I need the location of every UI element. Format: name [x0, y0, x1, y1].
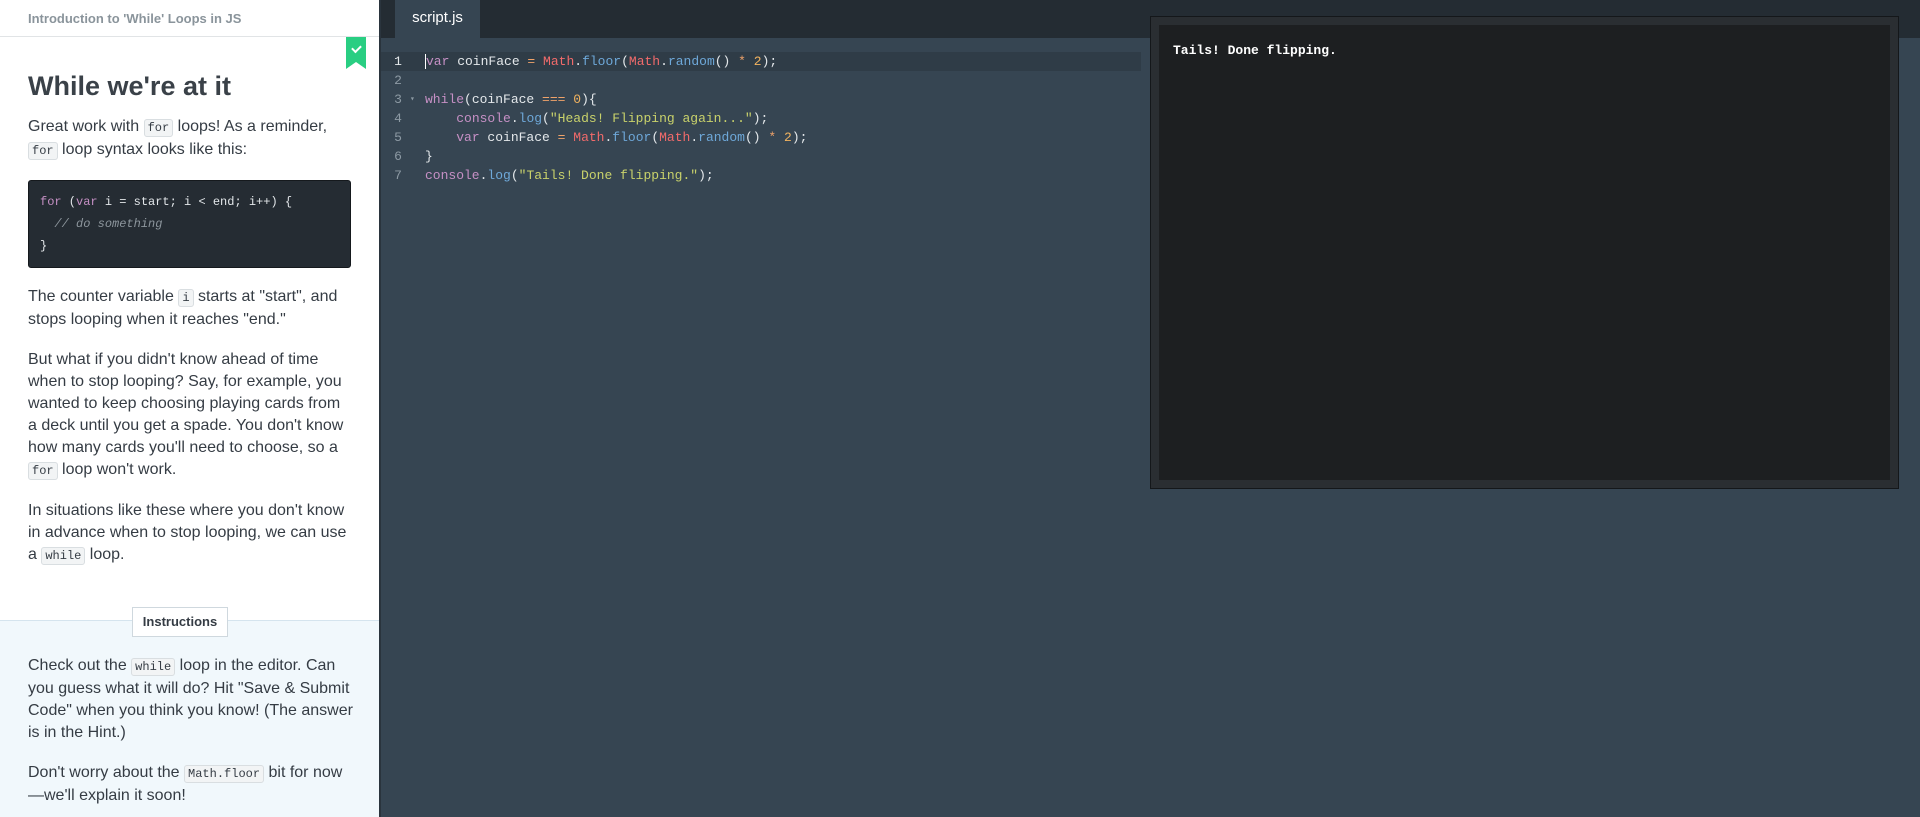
text: But what if you didn't know ahead of tim… [28, 351, 344, 456]
code-line: // do something [40, 213, 339, 235]
fold-arrow-icon[interactable]: ▾ [410, 90, 415, 109]
output-screen: Tails! Done flipping. [1159, 25, 1890, 480]
lesson-paragraph-4: In situations like these where you don't… [28, 500, 351, 567]
line-number: 4 [394, 111, 402, 126]
code-line[interactable]: 2 [381, 71, 1141, 90]
course-title: Introduction to 'While' Loops in JS [0, 0, 379, 37]
code-text[interactable]: while(coinFace === 0){ [425, 90, 597, 109]
instructions-paragraph-2: Don't worry about the Math.floor bit for… [28, 762, 353, 807]
line-number: 2 [394, 73, 402, 88]
completed-check-icon [346, 37, 366, 69]
code-example-block: for (var i = start; i < end; i++) { // d… [28, 180, 351, 268]
code-line[interactable]: 4 console.log("Heads! Flipping again..."… [381, 109, 1141, 128]
instructions-tab[interactable]: Instructions [132, 607, 228, 637]
code-line[interactable]: 6 } [381, 147, 1141, 166]
lesson-body: While we're at it Great work with for lo… [0, 71, 379, 567]
output-line: Tails! Done flipping. [1173, 43, 1337, 58]
inline-code: while [41, 547, 86, 565]
lesson-paragraph-3: But what if you didn't know ahead of tim… [28, 349, 351, 482]
code-text[interactable]: console.log("Tails! Done flipping."); [425, 166, 714, 185]
text: loop. [85, 546, 125, 563]
code-keyword: var [76, 195, 98, 209]
code-line: for (var i = start; i < end; i++) { [40, 191, 339, 213]
inline-code: while [131, 658, 176, 676]
text: loop syntax looks like this: [57, 141, 248, 158]
code-text[interactable]: var coinFace = Math.floor(Math.random() … [425, 128, 807, 147]
inline-code: for [143, 119, 174, 137]
line-number: 6 [394, 149, 402, 164]
inline-code: for [28, 462, 58, 480]
code-text: ( [61, 195, 77, 209]
code-line[interactable]: 1 var coinFace = Math.floor(Math.random(… [381, 52, 1141, 71]
text: Check out the [28, 657, 132, 674]
text: Don't worry about the [28, 764, 185, 781]
inline-code: for [28, 142, 58, 160]
lesson-panel: Introduction to 'While' Loops in JS Whil… [0, 0, 381, 817]
code-comment: // do something [54, 217, 163, 231]
code-text[interactable]: } [425, 147, 433, 166]
instructions-paragraph-1: Check out the while loop in the editor. … [28, 655, 353, 744]
text: loop won't work. [57, 461, 177, 478]
lesson-heading: While we're at it [28, 71, 231, 101]
code-line[interactable]: 3 ▾ while(coinFace === 0){ [381, 90, 1141, 109]
code-text[interactable]: console.log("Heads! Flipping again..."); [425, 109, 768, 128]
tab-script-js[interactable]: script.js [395, 0, 480, 38]
code-keyword: for [40, 195, 62, 209]
code-line: } [40, 239, 48, 253]
inline-code: Math.floor [184, 765, 265, 783]
text: The counter variable [28, 288, 179, 305]
code-line[interactable]: 7 console.log("Tails! Done flipping."); [381, 166, 1141, 185]
line-number: 1 [394, 54, 402, 69]
code-text: i = start; i < end; i++) { [97, 195, 293, 209]
code-text[interactable]: var coinFace = Math.floor(Math.random() … [425, 52, 777, 71]
output-console: Tails! Done flipping. [1150, 16, 1899, 489]
lesson-paragraph-1: Great work with for loops! As a reminder… [28, 116, 351, 162]
inline-code: i [178, 289, 194, 307]
lesson-paragraph-2: The counter variable i starts at "start"… [28, 286, 351, 331]
text: Great work with [28, 118, 144, 135]
line-number: 5 [394, 130, 402, 145]
line-number: 7 [394, 168, 402, 183]
code-line[interactable]: 5 var coinFace = Math.floor(Math.random(… [381, 128, 1141, 147]
instructions-text: Check out the while loop in the editor. … [28, 655, 353, 817]
text: loops! As a reminder, [173, 118, 328, 135]
